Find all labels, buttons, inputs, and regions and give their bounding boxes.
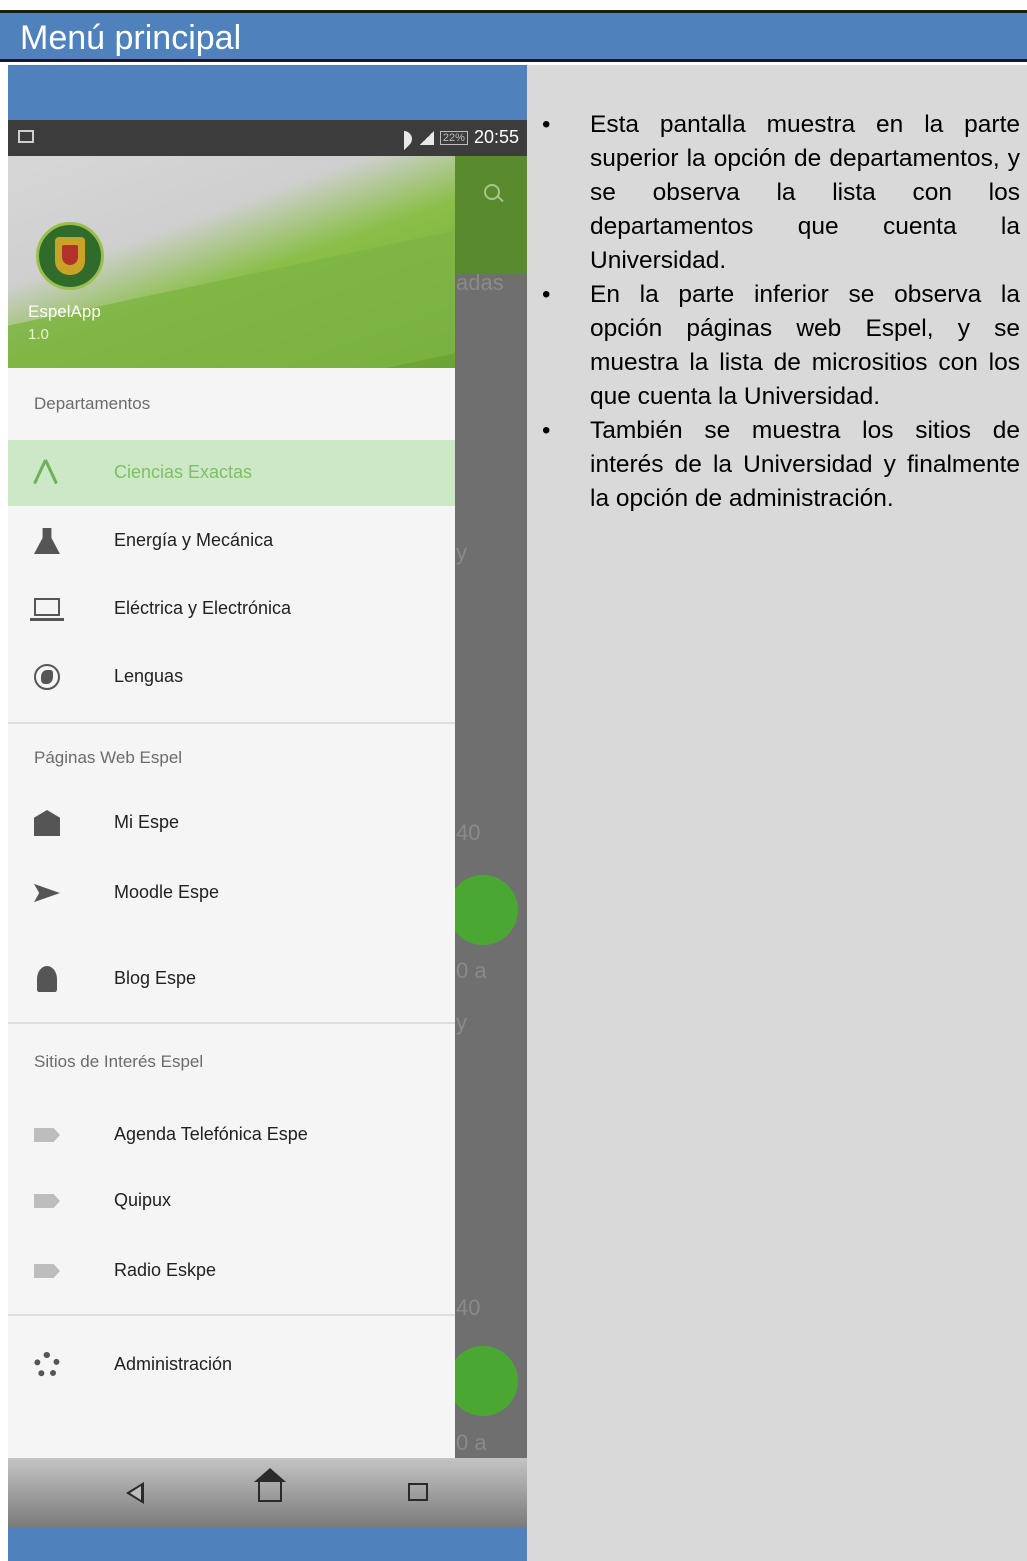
description-item: También se muestra los sitios de interés… xyxy=(542,414,1020,516)
navigation-drawer: EspelApp 1.0 Departamentos Ciencias Exac… xyxy=(8,156,455,1458)
drawer-item-administracion[interactable]: Administración xyxy=(8,1332,455,1398)
shield-icon xyxy=(55,237,85,275)
description-item: Esta pantalla muestra en la parte superi… xyxy=(542,108,1020,278)
signal-icon xyxy=(419,130,434,145)
label-icon xyxy=(34,1128,60,1142)
drawer-item-electrica-electronica[interactable]: Eléctrica y Electrónica xyxy=(8,576,455,642)
background-text: adas xyxy=(456,270,504,295)
drawer-item-label: Moodle Espe xyxy=(114,882,220,902)
camera-fab[interactable] xyxy=(448,1346,518,1416)
app-name: EspelApp xyxy=(28,302,101,321)
home-icon[interactable] xyxy=(258,1480,282,1502)
app-version: 1.0 xyxy=(28,326,49,343)
background-text: y xyxy=(456,1010,467,1035)
phone-screenshot: 22% 20:55 adas y 40 0 a y 40 0 a EspelAp… xyxy=(8,120,527,1528)
wifi-icon xyxy=(394,131,414,145)
drawer-item-agenda-telefonica[interactable]: Agenda Telefónica Espe xyxy=(8,1102,455,1168)
notification-icon xyxy=(18,130,34,143)
battery-icon: 22% xyxy=(439,130,468,145)
section-title-sitios-interes: Sitios de Interés Espel xyxy=(34,1052,204,1071)
drawer-item-label: Quipux xyxy=(114,1190,172,1210)
page-title: Menú principal xyxy=(20,19,242,57)
background-text: y xyxy=(456,540,467,565)
globe-icon xyxy=(34,664,60,690)
section-title-paginas-web: Páginas Web Espel xyxy=(34,748,183,767)
background-text: 40 xyxy=(456,820,481,845)
header-top-border xyxy=(0,0,1027,10)
send-icon xyxy=(34,883,60,903)
flask-icon xyxy=(34,528,60,554)
drawer-item-label: Mi Espe xyxy=(114,812,180,832)
drawer-item-label: Lenguas xyxy=(114,666,184,686)
divider xyxy=(8,1022,455,1024)
drawer-item-label: Eléctrica y Electrónica xyxy=(114,598,292,618)
bell-icon xyxy=(37,966,57,992)
background-text: 0 a xyxy=(456,1430,487,1455)
drawer-item-label: Energía y Mecánica xyxy=(114,530,274,550)
laptop-icon xyxy=(30,598,64,621)
drawer-item-label: Blog Espe xyxy=(114,968,197,988)
status-time: 20:55 xyxy=(473,127,519,147)
divider xyxy=(8,722,455,724)
background-text: 0 a xyxy=(456,958,487,983)
camera-fab[interactable] xyxy=(448,875,518,945)
drawer-item-radio-eskpe[interactable]: Radio Eskpe xyxy=(8,1238,455,1304)
drawer-item-label: Administración xyxy=(114,1354,233,1374)
back-icon[interactable] xyxy=(126,1482,144,1504)
divider xyxy=(8,1314,455,1316)
label-icon xyxy=(34,1194,60,1208)
compass-icon xyxy=(34,460,60,486)
background-text: 40 xyxy=(456,1295,481,1320)
description-list: Esta pantalla muestra en la parte superi… xyxy=(542,108,1020,516)
drawer-item-label: Agenda Telefónica Espe xyxy=(114,1124,308,1144)
mail-icon xyxy=(34,810,60,836)
recent-apps-icon[interactable] xyxy=(408,1483,428,1501)
label-icon xyxy=(34,1264,60,1278)
drawer-item-label: Radio Eskpe xyxy=(114,1260,217,1280)
status-bar: 22% 20:55 xyxy=(8,120,527,156)
university-logo xyxy=(36,222,104,290)
description-item: En la parte inferior se observa la opció… xyxy=(542,278,1020,414)
drawer-item-quipux[interactable]: Quipux xyxy=(8,1168,455,1234)
status-indicators: 22% 20:55 xyxy=(394,127,519,148)
drawer-header: EspelApp 1.0 xyxy=(8,156,455,368)
drawer-item-energia-mecanica[interactable]: Energía y Mecánica xyxy=(8,508,455,574)
android-nav-bar xyxy=(8,1458,527,1528)
drawer-item-mi-espe[interactable]: Mi Espe xyxy=(8,790,455,856)
app-toolbar-background xyxy=(448,156,527,274)
drawer-item-moodle-espe[interactable]: Moodle Espe xyxy=(8,860,455,926)
document-header: Menú principal xyxy=(0,10,1027,62)
search-icon[interactable] xyxy=(484,184,500,200)
drawer-item-label: Ciencias Exactas xyxy=(114,462,253,482)
section-title-departamentos: Departamentos xyxy=(34,394,151,413)
drawer-item-ciencias-exactas[interactable]: Ciencias Exactas xyxy=(8,440,455,506)
gear-icon xyxy=(34,1352,60,1378)
drawer-item-lenguas[interactable]: Lenguas xyxy=(8,644,455,710)
drawer-item-blog-espe[interactable]: Blog Espe xyxy=(8,946,455,1012)
